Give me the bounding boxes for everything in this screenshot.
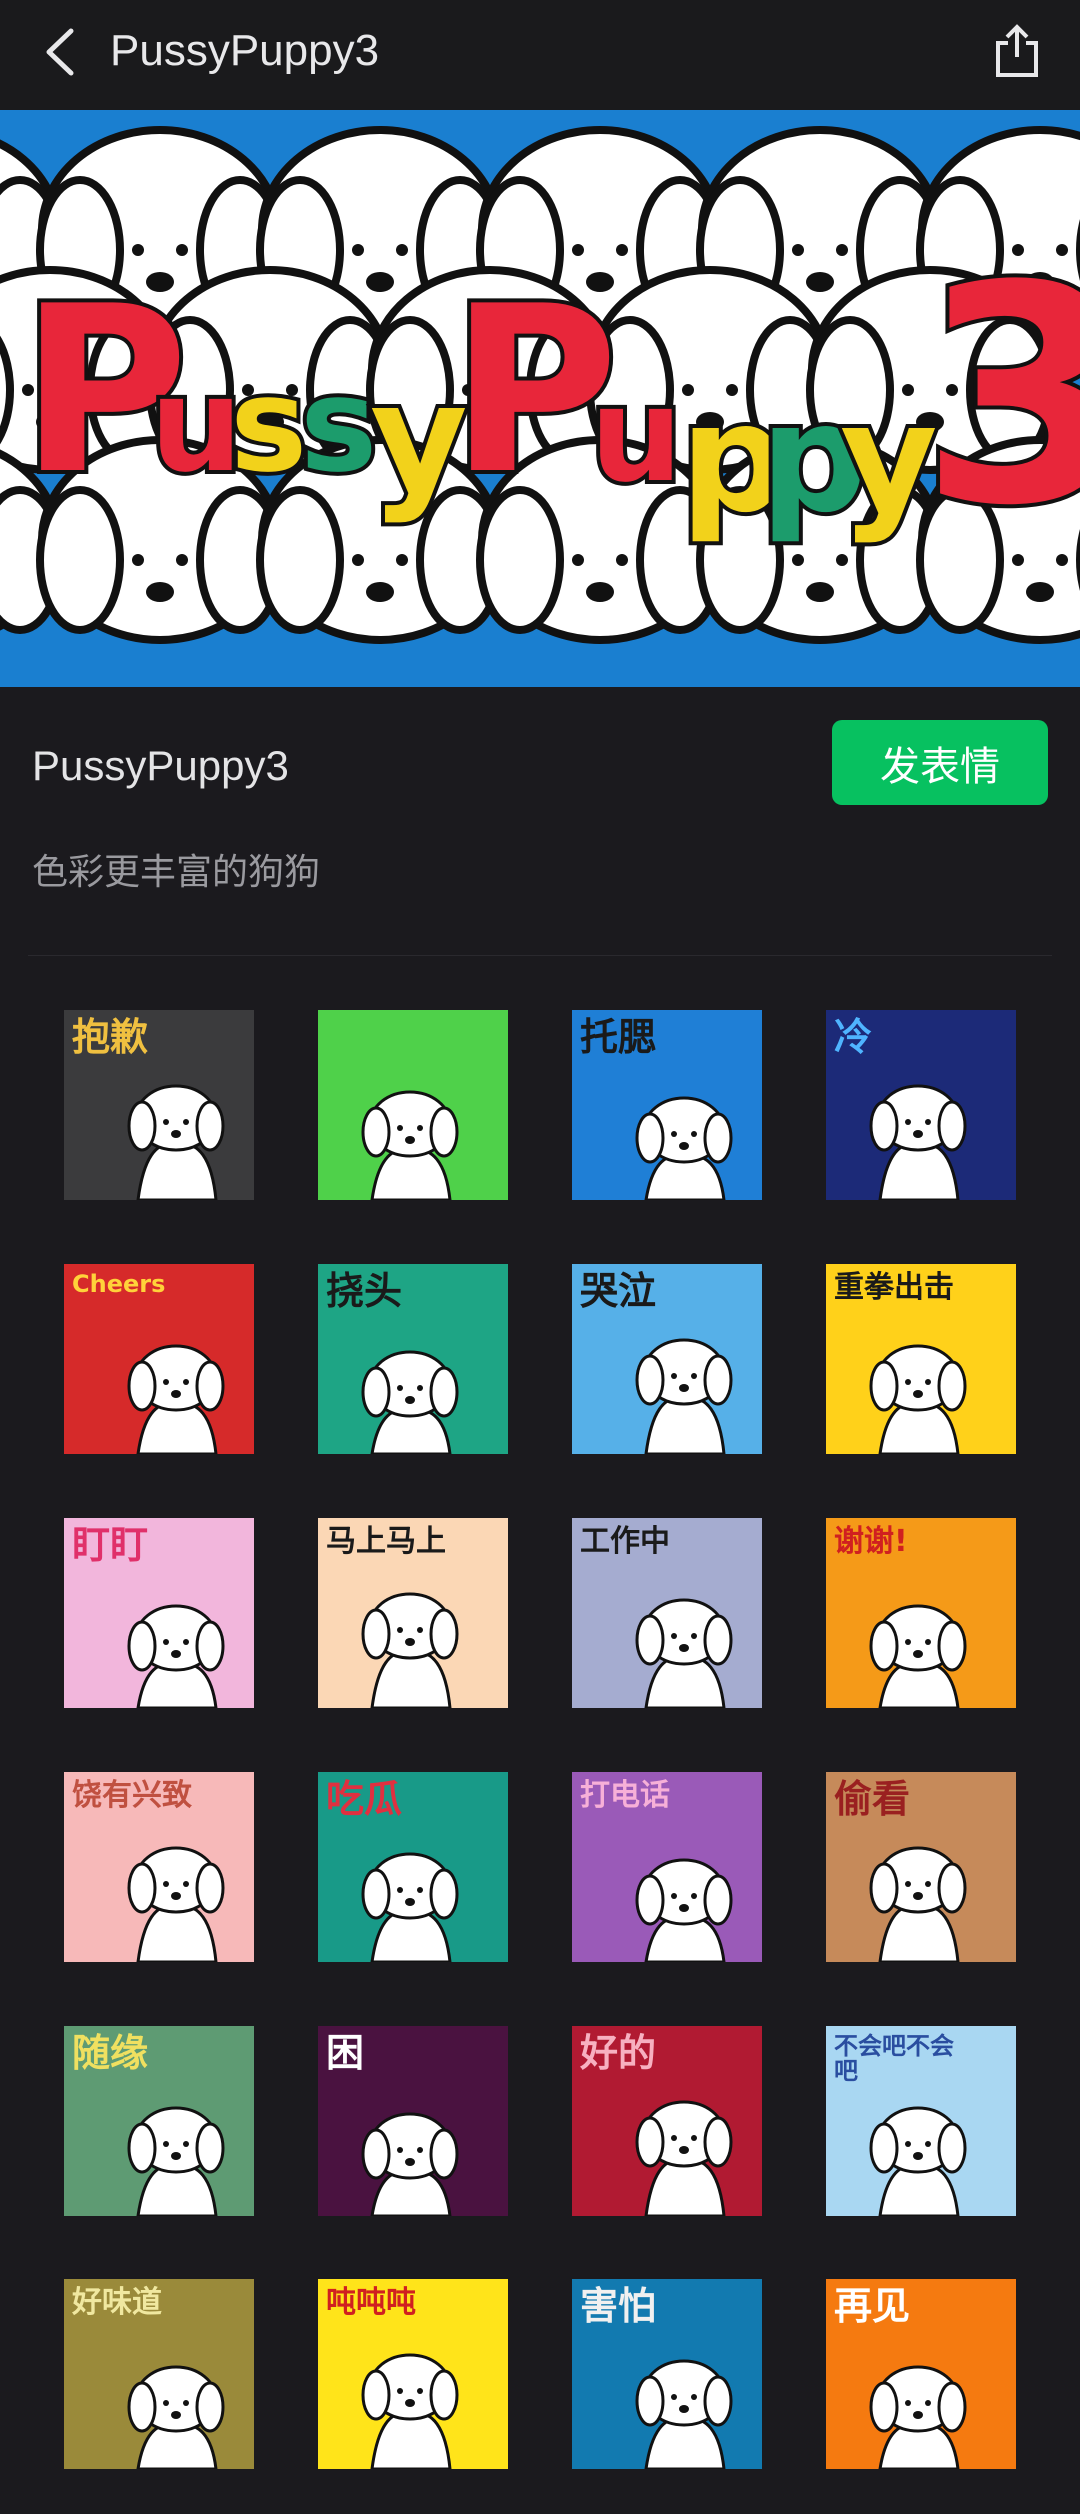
sticker-scratch-head[interactable]: 挠头 bbox=[318, 1264, 508, 1454]
sticker-peek[interactable]: 偷看 bbox=[826, 1772, 1016, 1962]
sticker-tasty[interactable]: 好味道 bbox=[64, 2279, 254, 2469]
sticker-sleepy[interactable]: 困 bbox=[318, 2026, 508, 2216]
sticker-stare[interactable]: 盯盯 bbox=[64, 1518, 254, 1708]
sticker-cry[interactable]: 哭泣 bbox=[572, 1264, 762, 1454]
sticker-caption: 托腮 bbox=[580, 1015, 657, 1059]
sticker-caption: 冷 bbox=[834, 1015, 873, 1059]
sticker-doodle[interactable] bbox=[318, 1010, 508, 1200]
sticker-no-way[interactable]: 不会吧不会吧 bbox=[826, 2026, 1016, 2216]
sticker-chin-on-hand[interactable]: 托腮 bbox=[572, 1010, 762, 1200]
sticker-interested[interactable]: 饶有兴致 bbox=[64, 1772, 254, 1962]
sticker-cheers[interactable]: Cheers bbox=[64, 1264, 254, 1454]
sticker-caption: 盯盯 bbox=[72, 1523, 149, 1567]
sticker-caption: 好味道 bbox=[72, 2285, 162, 2320]
sticker-thanks[interactable]: 谢谢! bbox=[826, 1518, 1016, 1708]
sticker-caption: 困 bbox=[326, 2031, 365, 2075]
sticker-caption: 打电话 bbox=[580, 1778, 670, 1813]
sticker-caption: 吨吨吨 bbox=[326, 2285, 416, 2320]
sticker-caption: 吃瓜 bbox=[326, 1777, 403, 1821]
sticker-caption: 好的 bbox=[580, 2031, 657, 2075]
dog-illustration bbox=[361, 1090, 459, 1200]
sticker-caption: 偷看 bbox=[834, 1777, 911, 1821]
sticker-caption: 害怕 bbox=[580, 2284, 657, 2328]
sticker-caption: Cheers bbox=[72, 1270, 166, 1298]
sticker-scared[interactable]: 害怕 bbox=[572, 2279, 762, 2469]
sticker-caption: 不会吧不会吧 bbox=[834, 2032, 954, 2086]
sticker-caption: 哭泣 bbox=[580, 1269, 657, 1313]
sticker-caption: 再见 bbox=[834, 2284, 911, 2328]
sticker-right-away[interactable]: 马上马上 bbox=[318, 1518, 508, 1708]
sticker-eat-melon[interactable]: 吃瓜 bbox=[318, 1772, 508, 1962]
sticker-caption: 抱歉 bbox=[72, 1015, 149, 1059]
sticker-caption: 工作中 bbox=[580, 1524, 670, 1559]
sticker-caption: 挠头 bbox=[326, 1269, 403, 1313]
sticker-go-with-flow[interactable]: 随缘 bbox=[64, 2026, 254, 2216]
sticker-okay[interactable]: 好的 bbox=[572, 2026, 762, 2216]
sticker-caption: 随缘 bbox=[72, 2031, 149, 2075]
sticker-sorry[interactable]: 抱歉 bbox=[64, 1010, 254, 1200]
sticker-working[interactable]: 工作中 bbox=[572, 1518, 762, 1708]
sticker-caption: 饶有兴致 bbox=[72, 1778, 192, 1813]
sticker-heavy-punch[interactable]: 重拳出击 bbox=[826, 1264, 1016, 1454]
sticker-phone-call[interactable]: 打电话 bbox=[572, 1772, 762, 1962]
sticker-caption: 谢谢! bbox=[834, 1524, 908, 1559]
sticker-gulp[interactable]: 吨吨吨 bbox=[318, 2279, 508, 2469]
sticker-bye[interactable]: 再见 bbox=[826, 2279, 1016, 2469]
sticker-caption: 重拳出击 bbox=[834, 1270, 954, 1305]
sticker-caption: 马上马上 bbox=[326, 1524, 446, 1559]
sticker-grid: 抱歉 托腮 冷 Cheers 挠头 哭泣 重拳出击盯盯 马上马上 工作中 谢谢! 饶有兴致 吃瓜 打电话… bbox=[0, 0, 1080, 2514]
sticker-cold[interactable]: 冷 bbox=[826, 1010, 1016, 1200]
